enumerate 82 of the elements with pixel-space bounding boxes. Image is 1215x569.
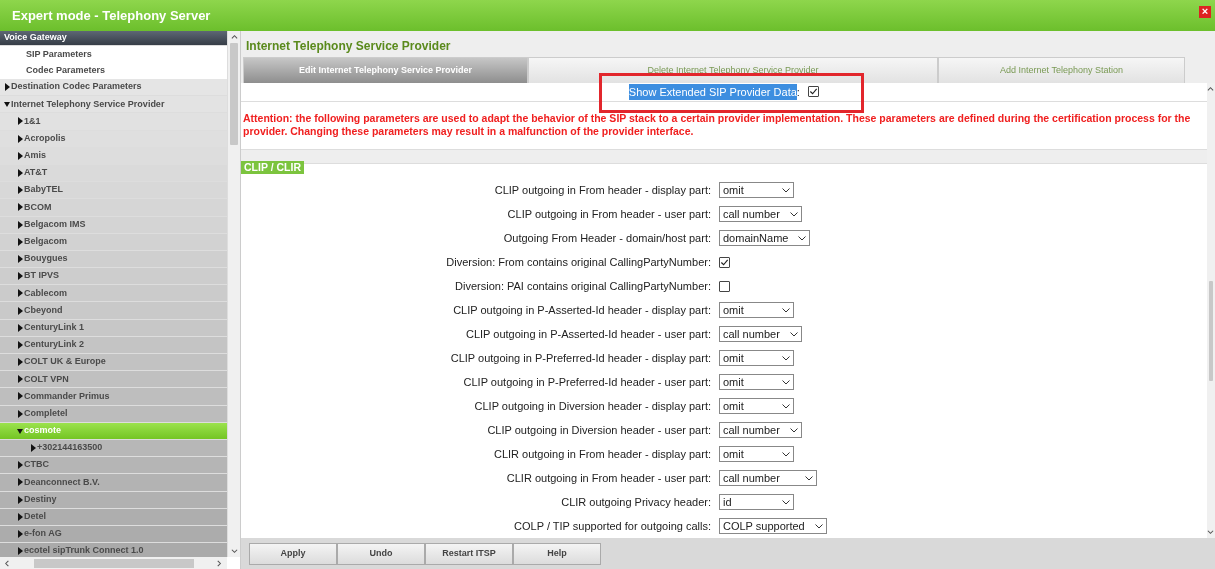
chevron-down-icon (789, 211, 798, 217)
action-button[interactable]: Help (513, 543, 601, 565)
dropdown[interactable]: omit (719, 302, 794, 318)
field-label: CLIP outgoing in Diversion header - user part: (486, 422, 712, 438)
section-title: Internet Telephony Service Provider (245, 38, 452, 55)
chevron-down-icon (782, 403, 790, 409)
field-label: CLIP outgoing in Diversion header - display part: (473, 398, 712, 414)
checkbox[interactable] (807, 86, 819, 98)
tree-item[interactable]: COLT VPN (0, 371, 227, 389)
tree-item[interactable]: BT IPVS (0, 268, 227, 286)
action-button[interactable]: Undo (337, 543, 425, 565)
chevron-down-icon (782, 379, 790, 385)
dropdown[interactable]: omit (719, 350, 794, 366)
dropdown[interactable]: omit (719, 182, 794, 198)
dropdown[interactable]: call number (719, 206, 802, 222)
dropdown[interactable]: omit (719, 398, 794, 414)
tree-item[interactable]: COLT UK & Europe (0, 354, 227, 372)
dropdown[interactable]: omit (719, 374, 794, 390)
tree-header[interactable]: Voice Gateway (0, 31, 227, 46)
horizontal-scrollbar[interactable] (0, 557, 227, 569)
chevron-down-icon[interactable] (1207, 528, 1215, 536)
label-colon: : (796, 84, 800, 100)
chevron-up-icon[interactable] (230, 33, 238, 41)
chevron-down-icon (814, 523, 823, 529)
chevron-up-icon[interactable] (1207, 85, 1215, 93)
scrollbar[interactable] (227, 31, 240, 557)
collapsed-arrow-icon (4, 83, 10, 92)
chevron-down-icon (782, 187, 790, 193)
field-label: CLIP outgoing in P-Asserted-Id header - user part: (465, 326, 712, 342)
chevron-down-icon (782, 355, 790, 361)
close-button[interactable]: × (1199, 5, 1211, 18)
chevron-down-icon (798, 235, 807, 241)
dropdown[interactable]: call number (719, 470, 817, 486)
field-label: Diversion: From contains original CallingPartyNumber: (445, 254, 712, 270)
chevron-down-icon (782, 307, 790, 313)
dropdown[interactable]: call number (719, 326, 802, 342)
action-button[interactable]: Restart ITSP (425, 543, 513, 565)
chevron-down-icon (782, 499, 790, 505)
expanded-arrow-icon (17, 426, 23, 435)
field-label: Outgoing From Header - domain/host part: (502, 230, 712, 246)
tree-item[interactable]: Deanconnect B.V. (0, 474, 227, 492)
action-button[interactable]: Apply (249, 543, 337, 565)
window-title: Expert mode - Telephony Server (12, 6, 211, 25)
chevron-down-icon (805, 475, 813, 481)
chevron-down-icon (789, 331, 798, 337)
tree-item[interactable]: 1&1 (0, 113, 227, 131)
dropdown[interactable]: call number (719, 422, 802, 438)
field-label: Diversion: PAI contains original CallingPartyNumber: (454, 278, 712, 294)
field-label: CLIR outgoing in From header - user part: (505, 470, 712, 486)
dropdown[interactable]: omit (719, 446, 794, 462)
scrollbar-thumb[interactable] (1208, 280, 1213, 381)
chevron-left-icon[interactable] (4, 559, 11, 567)
tree-item[interactable]: Cablecom (0, 285, 227, 303)
field-label: CLIP outgoing in P-Preferred-Id header - display part: (449, 350, 712, 366)
tree-item[interactable]: Cbeyond (0, 302, 227, 320)
field-label: CLIP outgoing in From header - display part: (493, 182, 712, 198)
tree-item[interactable]: Internet Telephony Service Provider (0, 96, 227, 114)
checkbox[interactable] (719, 280, 730, 292)
tree-item[interactable]: BabyTEL (0, 182, 227, 200)
field-label: CLIR outgoing in From header - display part: (492, 446, 712, 462)
dropdown[interactable]: COLP supported (719, 518, 827, 534)
tree-item[interactable]: Destination Codec Parameters (0, 79, 227, 97)
option-label: Show Extended SIP Provider Data (628, 83, 797, 101)
tree-item[interactable]: CTBC (0, 457, 227, 475)
field-label: CLIP outgoing in P-Asserted-Id header - display part: (452, 302, 712, 318)
scrollbar-thumb[interactable] (230, 43, 238, 145)
tree-item[interactable]: ecotel sipTrunk Connect 1.0 (0, 543, 227, 557)
tree-item[interactable]: Commander Primus (0, 388, 227, 406)
chevron-down-icon (789, 427, 798, 433)
field-label: CLIP outgoing in From header - user part: (506, 206, 712, 222)
field-label: COLP / TIP supported for outgoing calls: (513, 518, 712, 534)
dropdown[interactable]: id (719, 494, 794, 510)
expanded-arrow-icon (4, 100, 10, 109)
chevron-down-icon (782, 451, 790, 457)
field-label: CLIP outgoing in P-Preferred-Id header - user part: (462, 374, 712, 390)
chevron-down-icon[interactable] (230, 547, 238, 555)
dropdown[interactable]: domainName (719, 230, 811, 246)
field-label: CLIR outgoing Privacy header: (560, 494, 712, 510)
section-label: CLIP / CLIR (241, 161, 304, 174)
checkbox[interactable] (719, 256, 730, 268)
tree-item[interactable]: BCOM (0, 199, 227, 217)
chevron-right-icon[interactable] (216, 559, 223, 567)
